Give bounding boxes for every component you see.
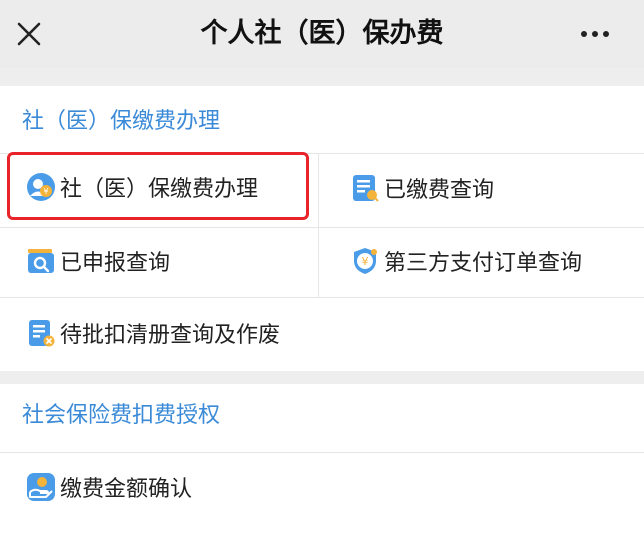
more-button[interactable] bbox=[572, 18, 618, 50]
item-label: 待批扣清册查询及作废 bbox=[60, 323, 281, 348]
item-label: 缴费金额确认 bbox=[60, 477, 193, 502]
section-title: 社（医）保缴费办理 bbox=[22, 109, 221, 134]
paid-query-item[interactable]: 已缴费查询 bbox=[350, 171, 494, 205]
divider bbox=[318, 154, 319, 297]
document-search-icon bbox=[353, 175, 379, 202]
more-icon-dot bbox=[592, 31, 598, 37]
pending-deduction-query-item[interactable]: 待批扣清册查询及作废 bbox=[26, 316, 280, 350]
divider bbox=[0, 297, 644, 298]
highlight-box bbox=[7, 152, 309, 220]
more-icon-dot bbox=[603, 31, 609, 37]
section-title: 社会保险费扣费授权 bbox=[22, 403, 221, 428]
page-title: 个人社（医）保办费 bbox=[200, 18, 444, 49]
close-button[interactable] bbox=[12, 18, 46, 50]
third-party-order-query-item[interactable]: ¥ 第三方支付订单查询 bbox=[350, 244, 582, 278]
folder-search-icon bbox=[28, 249, 54, 273]
item-label: 已缴费查询 bbox=[384, 178, 495, 203]
document-cancel-icon bbox=[29, 320, 55, 347]
deduction-authorization-section: 社会保险费扣费授权 缴费金额确认 bbox=[0, 384, 644, 534]
title-bar: 个人社（医）保办费 bbox=[0, 0, 644, 68]
divider bbox=[0, 452, 644, 453]
divider bbox=[0, 227, 644, 228]
payment-amount-confirm-item[interactable]: 缴费金额确认 bbox=[26, 470, 192, 504]
svg-text:¥: ¥ bbox=[362, 255, 369, 268]
item-label: 第三方支付订单查询 bbox=[384, 251, 583, 276]
close-icon bbox=[17, 22, 41, 46]
hand-coin-icon bbox=[27, 473, 55, 501]
declared-query-item[interactable]: 已申报查询 bbox=[26, 244, 170, 278]
more-icon bbox=[581, 31, 587, 37]
item-label: 已申报查询 bbox=[60, 251, 171, 276]
yuan-shield-icon: ¥ bbox=[354, 248, 377, 274]
payment-section: 社（医）保缴费办理 ¥ 社（医）保缴费办理 已缴费查询 已申报查询 ¥ 第三方支… bbox=[0, 86, 644, 371]
